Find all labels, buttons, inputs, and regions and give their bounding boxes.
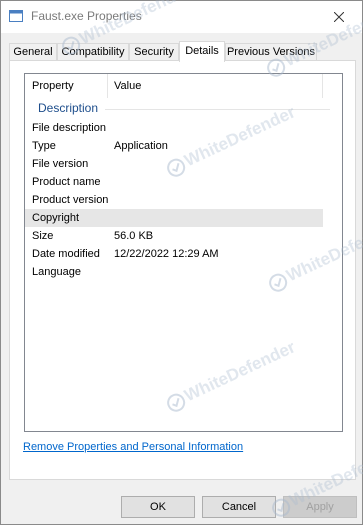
group-heading: Description [38,101,99,115]
column-divider[interactable] [107,74,108,98]
list-item-selected[interactable]: Copyright [25,209,323,227]
application-icon [9,10,23,22]
property-name: Language [32,266,81,278]
group-divider [105,109,330,110]
property-value: 12/22/2022 12:29 AM [114,248,219,260]
list-header: Property Value [25,74,342,98]
tab-details[interactable]: Details [179,41,225,62]
list-item[interactable]: File version [25,155,323,173]
tab-general[interactable]: General [9,43,57,61]
ok-button[interactable]: OK [121,496,195,518]
tab-security[interactable]: Security [129,43,179,61]
property-value: 56.0 KB [114,230,154,242]
details-panel: Property Value Description File descript… [9,60,356,480]
property-name: Product version [32,194,109,206]
list-item[interactable]: File description [25,119,323,137]
tab-previous-versions[interactable]: Previous Versions [225,43,317,61]
property-name: Copyright [32,212,80,224]
window-title: Faust.exe Properties [31,9,142,23]
cancel-button[interactable]: Cancel [202,496,276,518]
apply-button[interactable]: Apply [283,496,357,518]
list-item[interactable]: Type Application [25,137,323,155]
property-name: Size [32,230,54,242]
property-name: Product name [32,176,101,188]
list-item[interactable]: Date modified 12/22/2022 12:29 AM [25,245,323,263]
property-name: File description [32,122,106,134]
property-name: Date modified [32,248,100,260]
remove-properties-link[interactable]: Remove Properties and Personal Informati… [23,441,243,453]
list-item[interactable]: Size 56.0 KB [25,227,323,245]
tab-compatibility[interactable]: Compatibility [57,43,129,61]
list-item[interactable]: Language [25,263,323,281]
close-icon [334,12,344,22]
details-list[interactable]: Property Value Description File descript… [24,73,343,432]
column-header-value[interactable]: Value [114,80,141,92]
column-divider[interactable] [322,74,323,98]
title-bar: Faust.exe Properties [1,1,362,33]
property-value: Application [114,140,168,152]
property-name: Type [32,140,56,152]
close-button[interactable] [316,1,362,33]
column-header-property[interactable]: Property [32,80,74,92]
property-name: File version [32,158,89,170]
properties-dialog: Faust.exe Properties General Compatibili… [0,0,363,525]
list-item[interactable]: Product version [25,191,323,209]
tab-strip: General Compatibility Security Details P… [9,41,359,62]
list-item[interactable]: Product name [25,173,323,191]
